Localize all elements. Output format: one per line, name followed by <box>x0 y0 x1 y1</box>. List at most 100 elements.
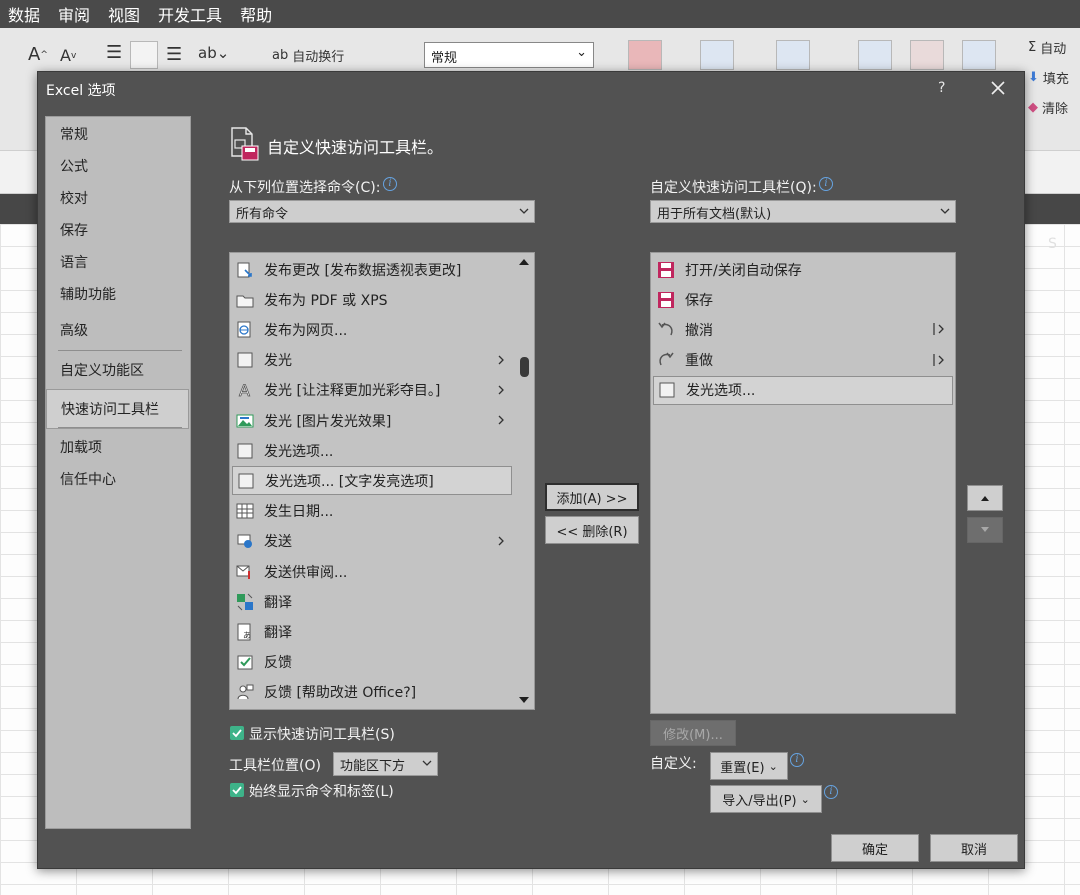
scroll-down-icon <box>519 697 529 703</box>
qat-item[interactable]: 撤消 <box>653 315 953 344</box>
command-item[interactable]: 发布为 PDF 或 XPS <box>232 285 512 314</box>
autosum-button[interactable]: Σ 自动 <box>1028 38 1066 57</box>
command-item[interactable]: A 发光 [让注释更加光彩夺目。] <box>232 376 512 405</box>
menu-developer[interactable]: 开发工具 <box>158 2 222 26</box>
command-item[interactable]: 发布更改 [发布数据透视表更改] <box>232 255 512 284</box>
close-icon[interactable] <box>986 76 1010 100</box>
chevron-down-icon: ⌄ <box>800 792 810 806</box>
delete-cells-icon[interactable] <box>700 40 734 70</box>
commands-list[interactable]: 发布更改 [发布数据透视表更改] 发布为 PDF 或 XPS 发布为网页... 发光 A… <box>229 252 535 710</box>
command-item[interactable]: 发光选项... <box>232 436 512 465</box>
qat-item[interactable]: 重做 <box>653 346 953 375</box>
ok-button[interactable]: 确定 <box>831 834 919 862</box>
menu-view[interactable]: 视图 <box>108 2 140 26</box>
command-item-label: 发布为 PDF 或 XPS <box>264 292 388 309</box>
square-icon <box>237 352 253 368</box>
always-show-labels-label[interactable]: 始终显示命令和标签(L) <box>249 781 394 801</box>
qat-scope-select[interactable]: 用于所有文档(默认) <box>650 200 956 223</box>
align-bottom-icon[interactable]: ☰ <box>166 44 182 65</box>
page-title: 自定义快速访问工具栏。 <box>267 138 444 157</box>
reset-button[interactable]: 重置(E) ⌄ <box>710 752 788 780</box>
nav-save[interactable]: 保存 <box>46 215 190 245</box>
clear-button[interactable]: ◆ 清除 <box>1028 98 1068 117</box>
always-show-labels-checkbox[interactable] <box>230 783 244 797</box>
nav-quick-access-toolbar[interactable]: 快速访问工具栏 <box>46 389 189 429</box>
options-nav: 常规 公式 校对 保存 语言 辅助功能 高级 自定义功能区 快速访问工具栏 加载… <box>45 116 191 829</box>
fill-button[interactable]: ⬇ 填充 <box>1028 68 1069 87</box>
align-top-icon[interactable]: ☰ <box>106 42 122 63</box>
scrollbar-thumb[interactable] <box>520 357 529 377</box>
checkmark-icon <box>232 786 242 795</box>
square-icon <box>237 443 253 459</box>
format-row-icon[interactable] <box>962 40 996 70</box>
info-icon[interactable]: i <box>790 753 804 767</box>
toolbar-position-label: 工具栏位置(O) <box>229 758 321 774</box>
nav-addins[interactable]: 加载项 <box>46 432 190 462</box>
insert-cells-icon[interactable] <box>628 40 662 70</box>
import-export-button[interactable]: 导入/导出(P) ⌄ <box>710 785 822 813</box>
nav-divider <box>58 350 182 351</box>
command-item[interactable]: 反馈 [帮助改进 Office?] <box>232 678 512 707</box>
separator-chevron-icon <box>933 353 944 366</box>
dialog-title: Excel 选项 <box>46 83 116 99</box>
qat-item[interactable]: 保存 <box>653 285 953 314</box>
font-shrink-icon[interactable]: Av <box>60 46 76 65</box>
font-grow-icon[interactable]: A ^ <box>28 44 48 65</box>
toolbar-position-select[interactable]: 功能区下方 <box>333 752 438 776</box>
orientation-icon[interactable]: ab⌄ <box>198 44 229 62</box>
commands-source-select[interactable]: 所有命令 <box>229 200 535 223</box>
autosave-icon <box>658 261 674 278</box>
cancel-button[interactable]: 取消 <box>930 834 1018 862</box>
menu-help[interactable]: 帮助 <box>240 2 272 26</box>
format-cells-icon[interactable] <box>776 40 810 70</box>
menu-data[interactable]: 数据 <box>8 2 40 26</box>
command-item[interactable]: あ 翻译 <box>232 617 512 646</box>
nav-language[interactable]: 语言 <box>46 247 190 277</box>
remove-button[interactable]: << 删除(R) <box>545 516 639 544</box>
chevron-right-icon <box>498 415 504 425</box>
wrap-text-button[interactable]: ab 自动换行 <box>272 46 344 65</box>
nav-general[interactable]: 常规 <box>46 119 190 149</box>
command-item[interactable]: 发送 <box>232 527 512 556</box>
commands-scrollbar[interactable] <box>514 253 534 709</box>
info-icon[interactable]: i <box>383 177 397 191</box>
qat-list[interactable]: 打开/关闭自动保存 保存 撤消 重做 发光选项... <box>650 252 956 714</box>
info-icon[interactable]: i <box>824 785 838 799</box>
move-down-button[interactable] <box>967 517 1003 543</box>
align-middle-button[interactable] <box>130 41 158 69</box>
command-item[interactable]: 发布为网页... <box>232 315 512 344</box>
nav-advanced[interactable]: 高级 <box>46 315 190 345</box>
command-item[interactable]: 反馈 <box>232 648 512 677</box>
info-icon[interactable]: i <box>819 177 833 191</box>
nav-trust-center[interactable]: 信任中心 <box>46 464 190 494</box>
command-item[interactable]: 发光 <box>232 346 512 375</box>
delete-row-icon[interactable] <box>910 40 944 70</box>
command-item[interactable]: 发光 [图片发光效果] <box>232 406 512 435</box>
command-item-label: 发光 <box>264 353 292 370</box>
column-header-s: S <box>1048 236 1057 252</box>
nav-proofing[interactable]: 校对 <box>46 183 190 213</box>
nav-accessibility[interactable]: 辅助功能 <box>46 279 190 309</box>
modify-button[interactable]: 修改(M)... <box>650 720 736 746</box>
translate-doc-icon: あ <box>237 623 251 641</box>
letter-a-icon: A <box>239 381 251 399</box>
qat-item[interactable]: 发光选项... <box>653 375 953 405</box>
number-format-select[interactable]: 常规 ⌄ <box>424 42 594 68</box>
command-item[interactable]: 翻译 <box>232 587 512 616</box>
show-qat-label[interactable]: 显示快速访问工具栏(S) <box>249 724 395 744</box>
square-icon <box>238 473 254 489</box>
help-button[interactable]: ? <box>938 80 945 96</box>
command-item[interactable]: 发送供审阅... <box>232 557 512 586</box>
insert-row-icon[interactable] <box>858 40 892 70</box>
command-item[interactable]: 发生日期... <box>232 497 512 526</box>
move-up-button[interactable] <box>967 485 1003 511</box>
show-qat-checkbox[interactable] <box>230 726 244 740</box>
svg-text:あ: あ <box>243 631 251 640</box>
qat-item[interactable]: 打开/关闭自动保存 <box>653 255 953 284</box>
nav-formulas[interactable]: 公式 <box>46 151 190 181</box>
command-item[interactable]: 发光选项... [文字发亮选项] <box>232 466 512 496</box>
menu-review[interactable]: 审阅 <box>58 2 90 26</box>
undo-icon <box>658 322 673 336</box>
nav-customize-ribbon[interactable]: 自定义功能区 <box>46 355 190 385</box>
add-button[interactable]: 添加(A) >> <box>545 483 639 511</box>
